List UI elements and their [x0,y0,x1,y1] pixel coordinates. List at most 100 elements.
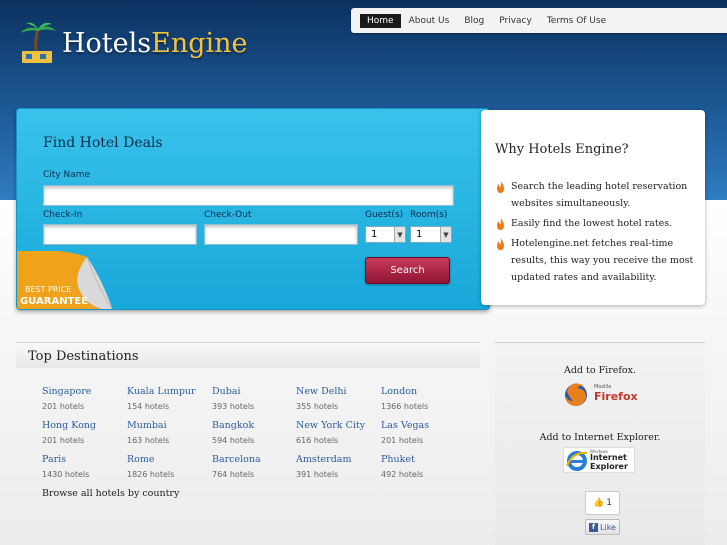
city-name-input[interactable] [44,189,453,208]
list-item: Las Vegas 201 hotels [381,419,466,448]
hotel-count: 594 hotels [212,436,255,445]
nav-privacy[interactable]: Privacy [492,14,539,28]
like-button-label: Like [600,522,616,532]
destination-link[interactable]: New Delhi [296,385,381,399]
internet-explorer-icon [566,451,588,471]
palm-tree-icon [20,22,56,63]
hotel-count: 1366 hotels [381,402,429,411]
hotel-count: 201 hotels [42,402,85,411]
check-in-input[interactable] [44,228,196,247]
destination-link[interactable]: Singapore [42,385,127,399]
why-list: Search the leading hotel reservation web… [496,178,701,289]
destination-link[interactable]: New York City [296,419,381,433]
list-item: Search the leading hotel reservation web… [496,178,701,212]
nav-terms-of-use[interactable]: Terms Of Use [540,14,613,28]
destination-link[interactable]: Las Vegas [381,419,466,433]
hotel-count: 391 hotels [296,470,339,479]
nav-home[interactable]: Home [360,13,401,28]
check-out-label: Check-Out [204,210,252,220]
facebook-like-button[interactable]: f Like [585,519,620,535]
ie-logo-text-line1: Internet [590,453,627,462]
rooms-label: Room(s) [410,210,448,220]
check-out-field[interactable] [204,224,358,247]
list-item: Mumbai 163 hotels [127,419,212,448]
add-to-ie-label: Add to Internet Explorer. [539,432,661,443]
hotel-count: 154 hotels [127,402,170,411]
destinations-grid: Singapore 201 hotels Kuala Lumpur 154 hote… [42,385,482,482]
browser-addons-panel: Add to Firefox. Mozilla Firefox Add to I… [495,342,705,545]
flame-icon [497,181,504,193]
hotel-count: 201 hotels [42,436,85,445]
thumbs-up-icon: 👍 [593,498,605,508]
hotel-count: 201 hotels [381,436,424,445]
hotel-count: 393 hotels [212,402,255,411]
guests-label: Guest(s) [365,210,404,220]
nav-about-us[interactable]: About Us [402,14,457,28]
list-item: Hotelengine.net fetches real-time result… [496,235,701,286]
destination-link[interactable]: Kuala Lumpur [127,385,212,399]
list-item: London 1366 hotels [381,385,466,414]
list-item: Amsterdam 391 hotels [296,453,381,482]
search-panel-title: Find Hotel Deals [43,135,163,151]
flame-icon [497,218,504,230]
destination-link[interactable]: Rome [127,453,212,467]
browse-by-country-link[interactable]: Browse all hotels by country [42,488,179,499]
destination-link[interactable]: Paris [42,453,127,467]
list-item: Bangkok 594 hotels [212,419,296,448]
destination-link[interactable]: Phuket [381,453,466,467]
best-price-guarantee-badge: BEST PRICE GUARANTEE [17,251,113,309]
rooms-select[interactable]: 1 ▼ [410,226,452,243]
list-item: Kuala Lumpur 154 hotels [127,385,212,414]
nav-blog[interactable]: Blog [457,14,491,28]
destination-link[interactable]: Bangkok [212,419,296,433]
ie-addon-button[interactable]: Windows Internet Explorer [563,447,635,473]
guests-value: 1 [371,229,378,240]
list-item: Rome 1826 hotels [127,453,212,482]
destination-link[interactable]: London [381,385,466,399]
why-item-text: Hotelengine.net fetches real-time result… [511,238,694,283]
firefox-addon-button[interactable]: Mozilla Firefox [564,381,638,409]
top-navigation: Home About Us Blog Privacy Terms Of Use [351,8,727,33]
why-title: Why Hotels Engine? [495,142,629,157]
badge-line-2: GUARANTEE [20,296,89,307]
check-out-input[interactable] [205,228,357,247]
destination-link[interactable]: Hong Kong [42,419,127,433]
hotel-count: 764 hotels [212,470,255,479]
flame-icon [497,238,504,250]
hotel-count: 355 hotels [296,402,339,411]
destination-link[interactable]: Amsterdam [296,453,381,467]
hotel-count: 1826 hotels [127,470,175,479]
city-name-label: City Name [43,170,91,180]
like-count: 1 [606,498,612,508]
list-item: New Delhi 355 hotels [296,385,381,414]
list-item: Hong Kong 201 hotels [42,419,127,448]
ie-logo-text-line2: Explorer [590,462,628,471]
add-to-firefox-label: Add to Firefox. [563,365,636,376]
search-button[interactable]: Search [365,257,450,284]
destination-link[interactable]: Dubai [212,385,296,399]
hotel-count: 616 hotels [296,436,339,445]
list-item: Easily find the lowest hotel rates. [496,215,701,232]
badge-line-1: BEST PRICE [25,285,72,294]
guests-select[interactable]: 1 ▼ [365,226,406,243]
why-item-text: Search the leading hotel reservation web… [511,181,688,209]
why-hotels-engine-panel: Why Hotels Engine? Search the leading ho… [481,110,705,305]
like-count-box: 👍 1 [585,491,620,515]
destination-link[interactable]: Mumbai [127,419,212,433]
list-item: Barcelona 764 hotels [212,453,296,482]
firefox-logo-text: Firefox [594,390,638,403]
chevron-down-icon[interactable]: ▼ [394,227,405,242]
site-logo[interactable]: HotelsEngine [16,18,256,68]
top-destinations-header: Top Destinations [16,342,480,368]
destination-link[interactable]: Barcelona [212,453,296,467]
hotel-count: 492 hotels [381,470,424,479]
facebook-icon: f [589,522,599,532]
city-name-field[interactable] [43,185,454,208]
top-destinations-title: Top Destinations [28,349,139,364]
list-item: New York City 616 hotels [296,419,381,448]
chevron-down-icon[interactable]: ▼ [440,227,451,242]
check-in-label: Check-In [43,210,83,220]
check-in-field[interactable] [43,224,197,247]
hotel-count: 1430 hotels [42,470,90,479]
list-item: Singapore 201 hotels [42,385,127,414]
